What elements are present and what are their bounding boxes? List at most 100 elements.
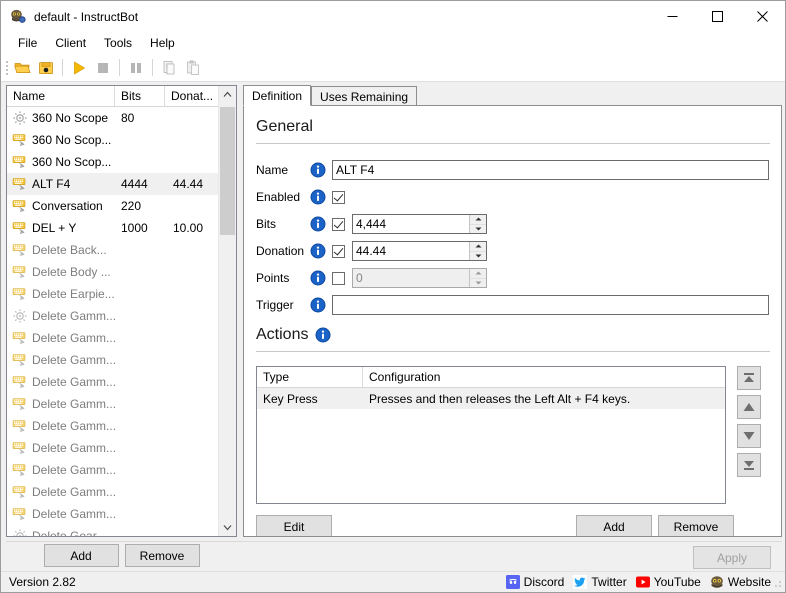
trigger-label: Trigger [256,298,294,312]
command-list-row[interactable]: Delete Gamm... [7,393,219,415]
action-add-button[interactable]: Add [576,515,652,536]
scrollbar-thumb[interactable] [220,107,235,235]
command-list-row[interactable]: Delete Gamm... [7,459,219,481]
pause-icon[interactable] [124,56,148,79]
tab-strip: Definition Uses Remaining [243,85,782,106]
menu-help[interactable]: Help [141,33,184,53]
spinner-down-icon[interactable] [470,224,486,233]
move-up-button[interactable] [737,395,761,419]
command-list-row[interactable]: Delete Gamm... [7,371,219,393]
command-list-row[interactable]: DEL + Y 1000 10.00 [7,217,219,239]
move-to-bottom-button[interactable] [737,453,761,477]
field-row-donation: Donation [256,239,770,263]
donation-checkbox[interactable] [332,244,345,258]
field-row-bits: Bits [256,212,770,236]
command-list-row[interactable]: Conversation 220 [7,195,219,217]
discord-link[interactable]: Discord [505,575,564,589]
play-icon[interactable] [67,56,91,79]
move-to-top-button[interactable] [737,366,761,390]
keyboard-icon [12,374,28,390]
command-list-row[interactable]: Delete Gamm... [7,503,219,525]
command-list-row[interactable]: Delete Gamm... [7,327,219,349]
command-row-name: Delete Back... [32,243,107,257]
toolbar [1,54,785,82]
command-list-row[interactable]: Delete Back... [7,239,219,261]
bits-input[interactable] [353,215,469,233]
command-list-row[interactable]: 360 No Scope 80 [7,107,219,129]
points-checkbox[interactable] [332,271,345,285]
info-icon[interactable] [310,243,326,259]
command-row-name: Conversation [32,199,103,213]
command-list-body[interactable]: 360 No Scope 80 360 No Scop... 360 No Scop.… [7,107,219,536]
copy-icon[interactable] [157,56,181,79]
command-list-row[interactable]: Delete Gamm... [7,415,219,437]
spinner-down-icon[interactable] [470,251,486,260]
info-icon[interactable] [310,189,326,205]
maximize-button[interactable] [695,1,740,32]
actions-grid-row[interactable]: Key Press Presses and then releases the L… [257,388,725,409]
resize-grip[interactable] [771,578,783,590]
bits-spinner[interactable] [352,214,487,234]
open-icon[interactable] [10,56,34,79]
paste-icon[interactable] [181,56,205,79]
command-list-scrollbar[interactable] [218,86,236,536]
menu-client[interactable]: Client [46,33,95,53]
save-icon[interactable] [34,56,58,79]
scroll-down-button[interactable] [219,519,236,536]
info-icon[interactable] [315,327,331,343]
tab-uses-remaining[interactable]: Uses Remaining [311,86,418,106]
actions-column-header-type[interactable]: Type [257,367,363,387]
info-icon[interactable] [310,297,326,313]
command-list-row[interactable]: Delete Gamm... [7,437,219,459]
info-icon[interactable] [310,162,326,178]
command-add-button[interactable]: Add [43,544,119,567]
command-remove-button[interactable]: Remove [124,544,200,567]
command-list-row[interactable]: Delete Gamm... [7,481,219,503]
trigger-input[interactable] [332,295,769,315]
enabled-label: Enabled [256,190,301,204]
youtube-link[interactable]: YouTube [635,575,701,589]
name-input[interactable] [332,160,769,180]
close-button[interactable] [740,1,785,32]
info-icon[interactable] [310,270,326,286]
menu-file[interactable]: File [9,33,46,53]
website-link[interactable]: Website [710,575,771,589]
column-header-name[interactable]: Name [7,86,115,106]
command-list-row[interactable]: Delete Gamm... [7,349,219,371]
enabled-checkbox[interactable] [332,190,345,204]
command-list-row[interactable]: Delete Earpie... [7,283,219,305]
command-list-row[interactable]: ALT F4 4444 44.44 [7,173,219,195]
command-list-row[interactable]: Delete Body ... [7,261,219,283]
twitter-icon [573,575,588,589]
column-header-donation[interactable]: Donat... [165,86,219,106]
command-list-row[interactable]: 360 No Scop... [7,129,219,151]
toolbar-grip[interactable] [3,58,10,78]
stop-icon[interactable] [91,56,115,79]
command-list-buttons: Add Remove [6,544,237,567]
spinner-up-icon[interactable] [470,242,486,252]
column-header-bits[interactable]: Bits [115,86,165,106]
move-down-button[interactable] [737,424,761,448]
donation-input[interactable] [353,242,469,260]
action-edit-button[interactable]: Edit [256,515,332,536]
scroll-up-button[interactable] [219,86,236,103]
title-bar: default - InstructBot [1,1,785,32]
donation-spinner[interactable] [352,241,487,261]
command-list-row[interactable]: Delete Gear [7,525,219,536]
twitter-link[interactable]: Twitter [573,575,627,589]
apply-button[interactable]: Apply [693,546,771,569]
tab-definition[interactable]: Definition [243,85,312,106]
actions-grid[interactable]: Type Configuration Key Press Presses and … [256,366,726,504]
donation-spinner-arrows [469,242,486,260]
bits-checkbox[interactable] [332,217,345,231]
command-list[interactable]: Name Bits Donat... 360 No Scope 80 360 No … [6,85,237,537]
command-list-row[interactable]: Delete Gamm... [7,305,219,327]
menu-tools[interactable]: Tools [95,33,141,53]
action-remove-button[interactable]: Remove [658,515,734,536]
command-list-row[interactable]: 360 No Scop... [7,151,219,173]
actions-column-header-config[interactable]: Configuration [363,367,723,387]
info-icon[interactable] [310,216,326,232]
minimize-button[interactable] [650,1,695,32]
spinner-up-icon[interactable] [470,215,486,225]
website-label: Website [727,575,771,589]
